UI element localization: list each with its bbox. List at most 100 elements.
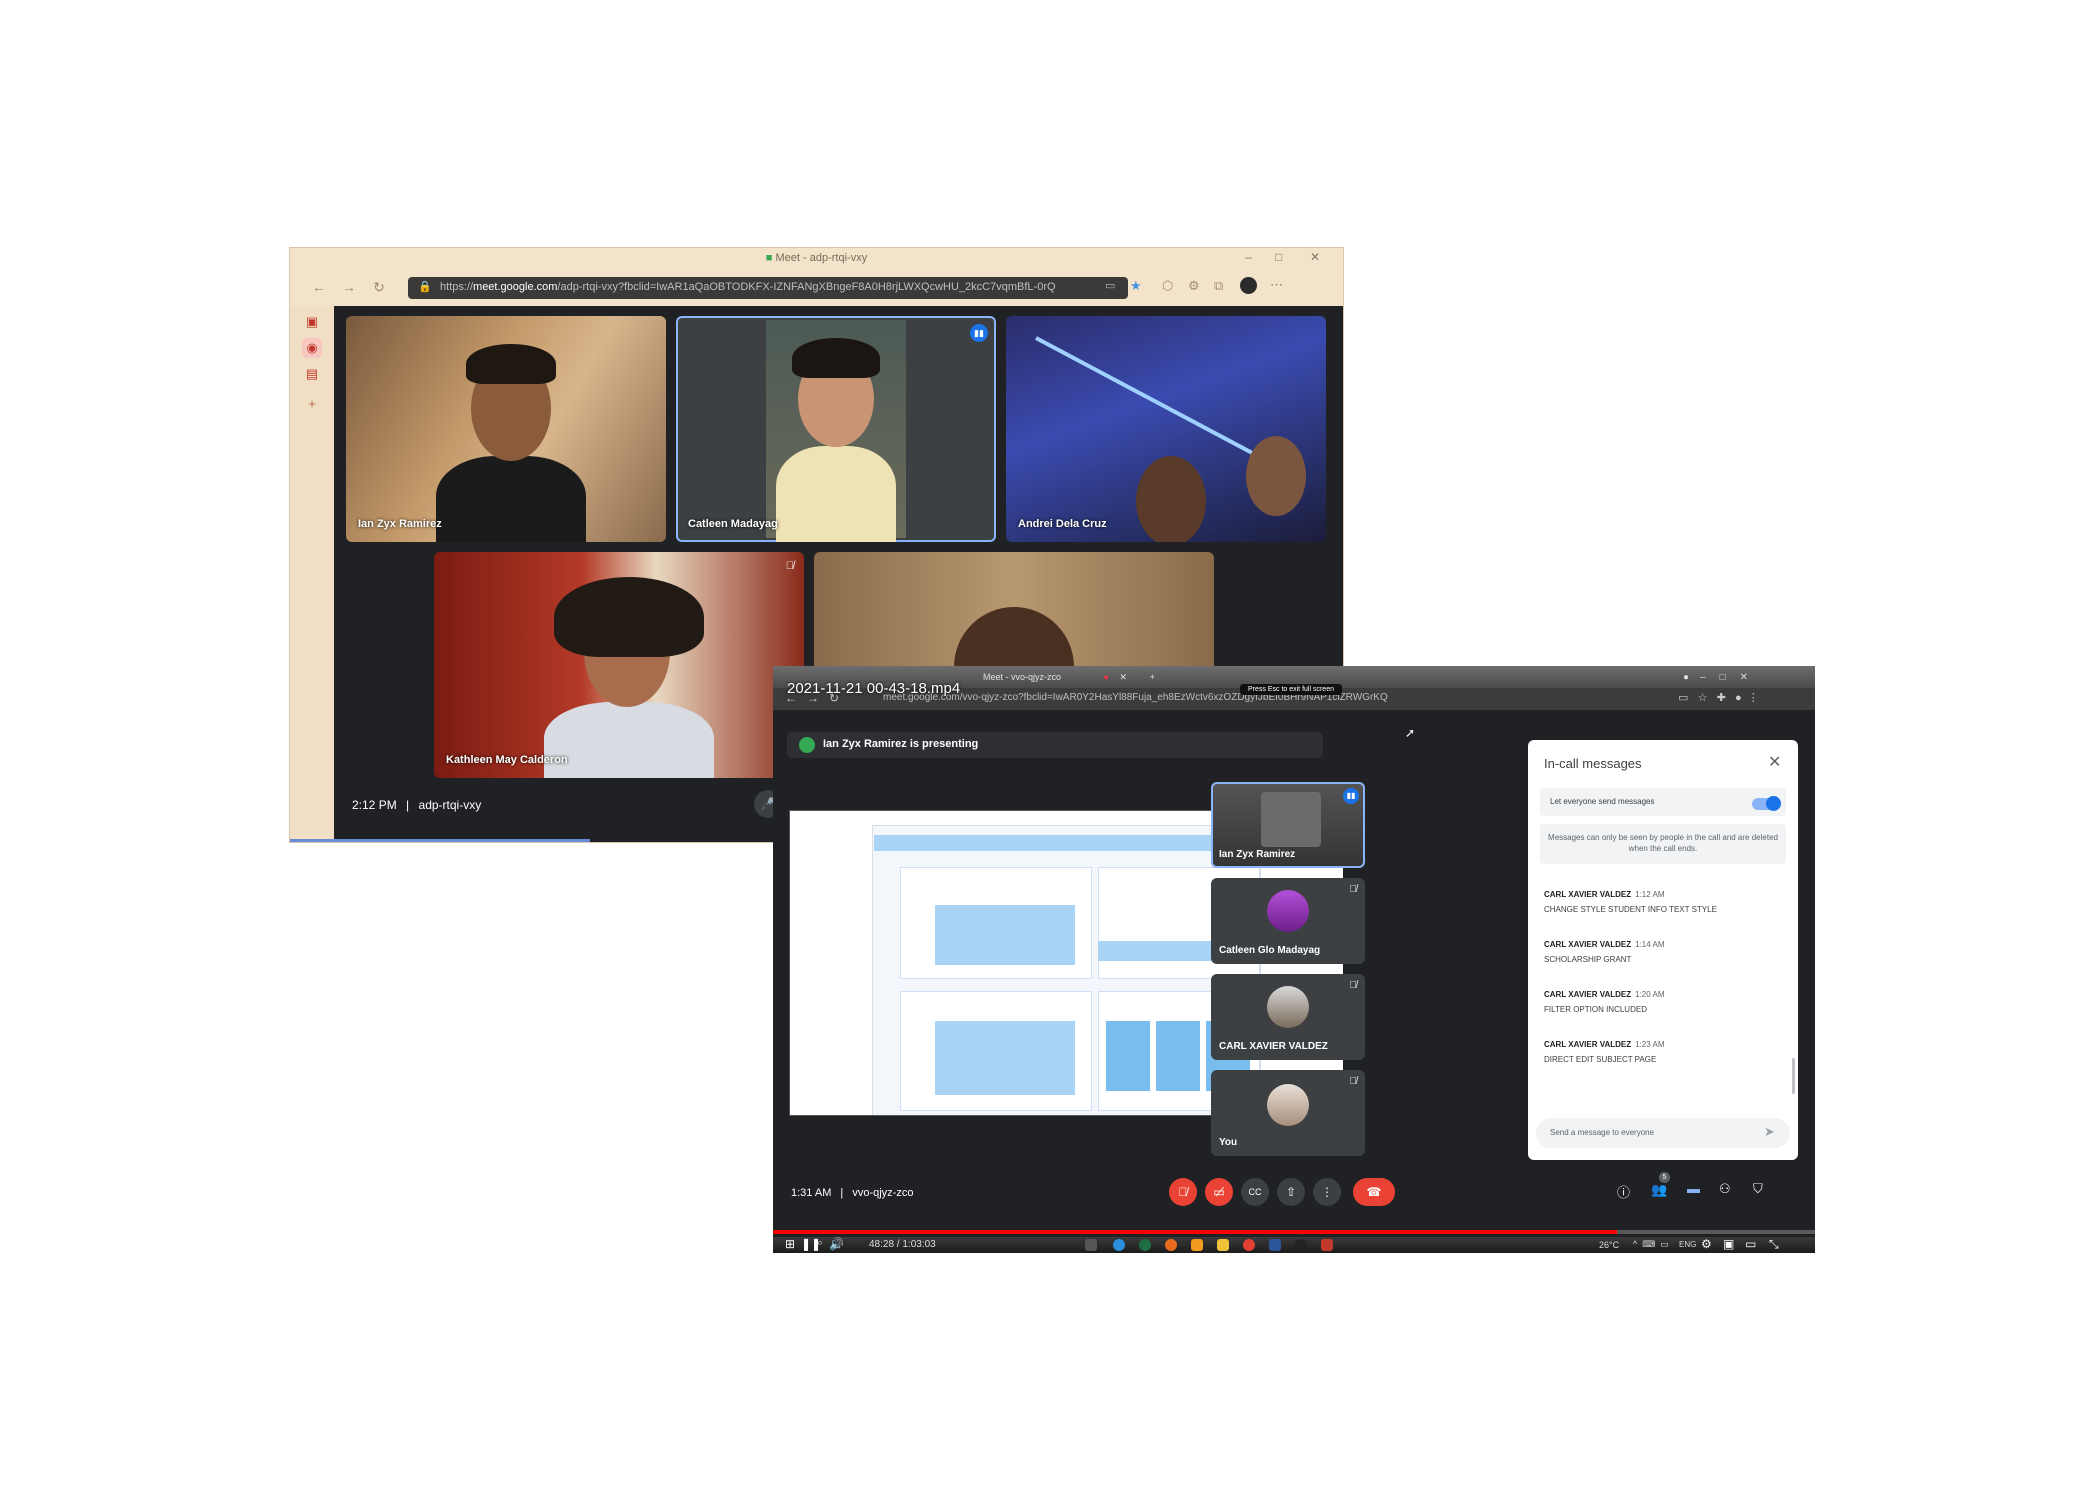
refresh-icon[interactable]: ↻ [370, 278, 388, 296]
participant-tile[interactable]: 🎙̸ Catleen Glo Madayag [1211, 878, 1365, 964]
profile-icon[interactable]: ● [1683, 672, 1689, 683]
settings-icon[interactable]: ⚙ [1188, 278, 1200, 294]
firefox-icon[interactable] [1165, 1239, 1177, 1251]
language-indicator: ENG [1679, 1240, 1697, 1249]
avatar-icon[interactable]: ● [1735, 692, 1742, 704]
task-view-icon[interactable] [1085, 1239, 1097, 1251]
close-icon[interactable]: ✕ [1768, 752, 1781, 772]
message-time: 1:12 AM [1635, 890, 1665, 899]
forward-arrow-icon[interactable]: → [340, 278, 358, 296]
url-text[interactable]: https://meet.google.com/adp-rtqi-vxy?fbc… [440, 281, 1056, 293]
end-call-button[interactable]: ☎ [1353, 1178, 1395, 1206]
more-options-button[interactable]: ⋮ [1313, 1178, 1341, 1206]
participant-name: Catleen Glo Madayag [1219, 945, 1321, 956]
toggle-label: Let everyone send messages [1550, 797, 1655, 806]
mic-off-button[interactable]: 🎙̸ [1169, 1178, 1197, 1206]
extension-icon[interactable]: ✚ [1717, 692, 1726, 704]
bookmark-star-icon[interactable]: ☆ [1698, 692, 1708, 704]
message-sender: CARL XAVIER VALDEZ [1544, 1040, 1632, 1049]
maximize-icon[interactable]: □ [1720, 672, 1726, 683]
obs-icon[interactable] [1295, 1239, 1307, 1251]
participant-tile[interactable]: 🎙̸ Kathleen May Calderon [434, 552, 804, 778]
mouse-cursor-icon: ➚ [1405, 726, 1416, 740]
participant-tile-active-speaker[interactable]: ▮▮ Catleen Madayag [676, 316, 996, 542]
presenting-icon [799, 737, 815, 753]
minimize-icon[interactable]: – [1245, 250, 1252, 264]
more-menu-icon[interactable]: ⋯ [1270, 277, 1283, 293]
participant-name: Ian Zyx Ramirez [358, 518, 442, 530]
new-tab-icon[interactable]: + [1150, 672, 1155, 682]
close-icon[interactable]: ✕ [1310, 250, 1320, 264]
message-time: 1:20 AM [1635, 990, 1665, 999]
app-icon[interactable] [1139, 1239, 1151, 1251]
participant-tile[interactable]: 🎙̸ CARL XAVIER VALDEZ [1211, 974, 1365, 1060]
design-card [1106, 1021, 1150, 1091]
chat-message: CARL XAVIER VALDEZ 1:14 AM SCHOLARSHIP GR… [1544, 934, 1664, 964]
word-icon[interactable] [1269, 1239, 1281, 1251]
design-card [1156, 1021, 1200, 1091]
file-explorer-icon[interactable] [1217, 1239, 1229, 1251]
participant-name: Andrei Dela Cruz [1018, 518, 1107, 530]
in-call-messages-panel: In-call messages ✕ Let everyone send mes… [1528, 740, 1798, 1160]
participant-tile-presenter[interactable]: ▮▮ Ian Zyx Ramirez [1211, 782, 1365, 868]
browser-tab[interactable]: Meet - vvo-qjyz-zco ● ✕ + [983, 672, 1155, 683]
send-icon[interactable]: ➤ [1764, 1124, 1775, 1140]
profile-avatar[interactable] [1240, 277, 1257, 294]
edge-icon[interactable] [1113, 1239, 1125, 1251]
participant-tile[interactable]: Ian Zyx Ramirez [346, 316, 666, 542]
add-tab-icon[interactable]: + [302, 394, 322, 414]
captions-button[interactable]: CC [1241, 1178, 1269, 1206]
more-menu-icon[interactable]: ⋮ [1748, 692, 1759, 704]
minimize-icon[interactable]: – [1700, 672, 1706, 683]
maximize-icon[interactable]: □ [1275, 250, 1282, 264]
participant-count-badge: 5 [1659, 1172, 1670, 1183]
tab-close-icon[interactable]: ✕ [1120, 672, 1128, 682]
collections-icon[interactable]: ⧉ [1214, 278, 1223, 294]
pinned-tab-icon[interactable]: ▤ [302, 364, 322, 384]
volume-icon[interactable]: 🔊 [829, 1237, 844, 1251]
camera-off-button[interactable]: ▭̸ [1205, 1178, 1233, 1206]
host-controls-icon[interactable]: ⛉ [1753, 1181, 1763, 1197]
muted-mic-icon: 🎙̸ [785, 560, 794, 572]
led-strip [1035, 336, 1285, 472]
vlc-icon[interactable] [1191, 1239, 1203, 1251]
search-icon[interactable]: ⌕ [817, 1237, 823, 1250]
message-sender: CARL XAVIER VALDEZ [1544, 940, 1632, 949]
meeting-details-icon[interactable]: ⓘ [1617, 1182, 1630, 1201]
meeting-info: 2:12 PM | adp-rtqi-vxy [352, 798, 481, 812]
chrome-icon[interactable] [1243, 1239, 1255, 1251]
back-arrow-icon[interactable]: ← [310, 278, 328, 296]
extension-icon[interactable]: ⬡ [1162, 278, 1173, 294]
miniplayer-icon[interactable]: ▣ [1723, 1237, 1734, 1251]
windows-start-icon[interactable]: ⊞ [785, 1237, 795, 1251]
speaking-indicator-icon: ▮▮ [1343, 788, 1359, 804]
chat-scrollbar[interactable] [1792, 1058, 1795, 1094]
tray-icons: ^ ⌨ ▭ [1633, 1239, 1669, 1249]
participant-name: You [1219, 1137, 1238, 1148]
chat-icon[interactable]: ▬ [1687, 1181, 1700, 1196]
present-button[interactable]: ⇧ [1277, 1178, 1305, 1206]
camera-icon[interactable]: ▭ [1678, 692, 1688, 704]
close-icon[interactable]: ✕ [1740, 672, 1748, 683]
pdf-icon[interactable] [1321, 1239, 1333, 1251]
meeting-time: 1:31 AM [791, 1187, 832, 1199]
tabs-icon[interactable]: ▣ [302, 312, 322, 332]
tab-title: Meet - vvo-qjyz-zco [983, 672, 1062, 682]
favorite-star-icon[interactable]: ★ [1130, 278, 1142, 294]
exit-fullscreen-icon[interactable]: ⤡ [1769, 1237, 1779, 1252]
participant-hair [554, 577, 704, 657]
people-icon[interactable]: 👥 [1651, 1182, 1667, 1198]
toggle-knob[interactable] [1766, 796, 1781, 811]
active-tab-icon[interactable]: ◉ [302, 338, 322, 358]
chat-message: CARL XAVIER VALDEZ 1:23 AM DIRECT EDIT SU… [1544, 1034, 1664, 1064]
participant-tile[interactable]: Andrei Dela Cruz [1006, 316, 1326, 542]
camera-permission-icon[interactable]: ▭ [1105, 279, 1115, 292]
participant-shirt [776, 446, 896, 542]
url-prefix: https:// [440, 281, 474, 293]
activities-icon[interactable]: ⚇ [1719, 1181, 1731, 1197]
theater-mode-icon[interactable]: ▭ [1745, 1237, 1756, 1251]
chat-input-placeholder: Send a message to everyone [1550, 1128, 1655, 1137]
participant-tile-self[interactable]: 🎙̸ You [1211, 1070, 1365, 1156]
meeting-info: 1:31 AM | vvo-qjyz-zco [791, 1187, 913, 1199]
settings-icon[interactable]: ⚙ [1701, 1237, 1712, 1251]
